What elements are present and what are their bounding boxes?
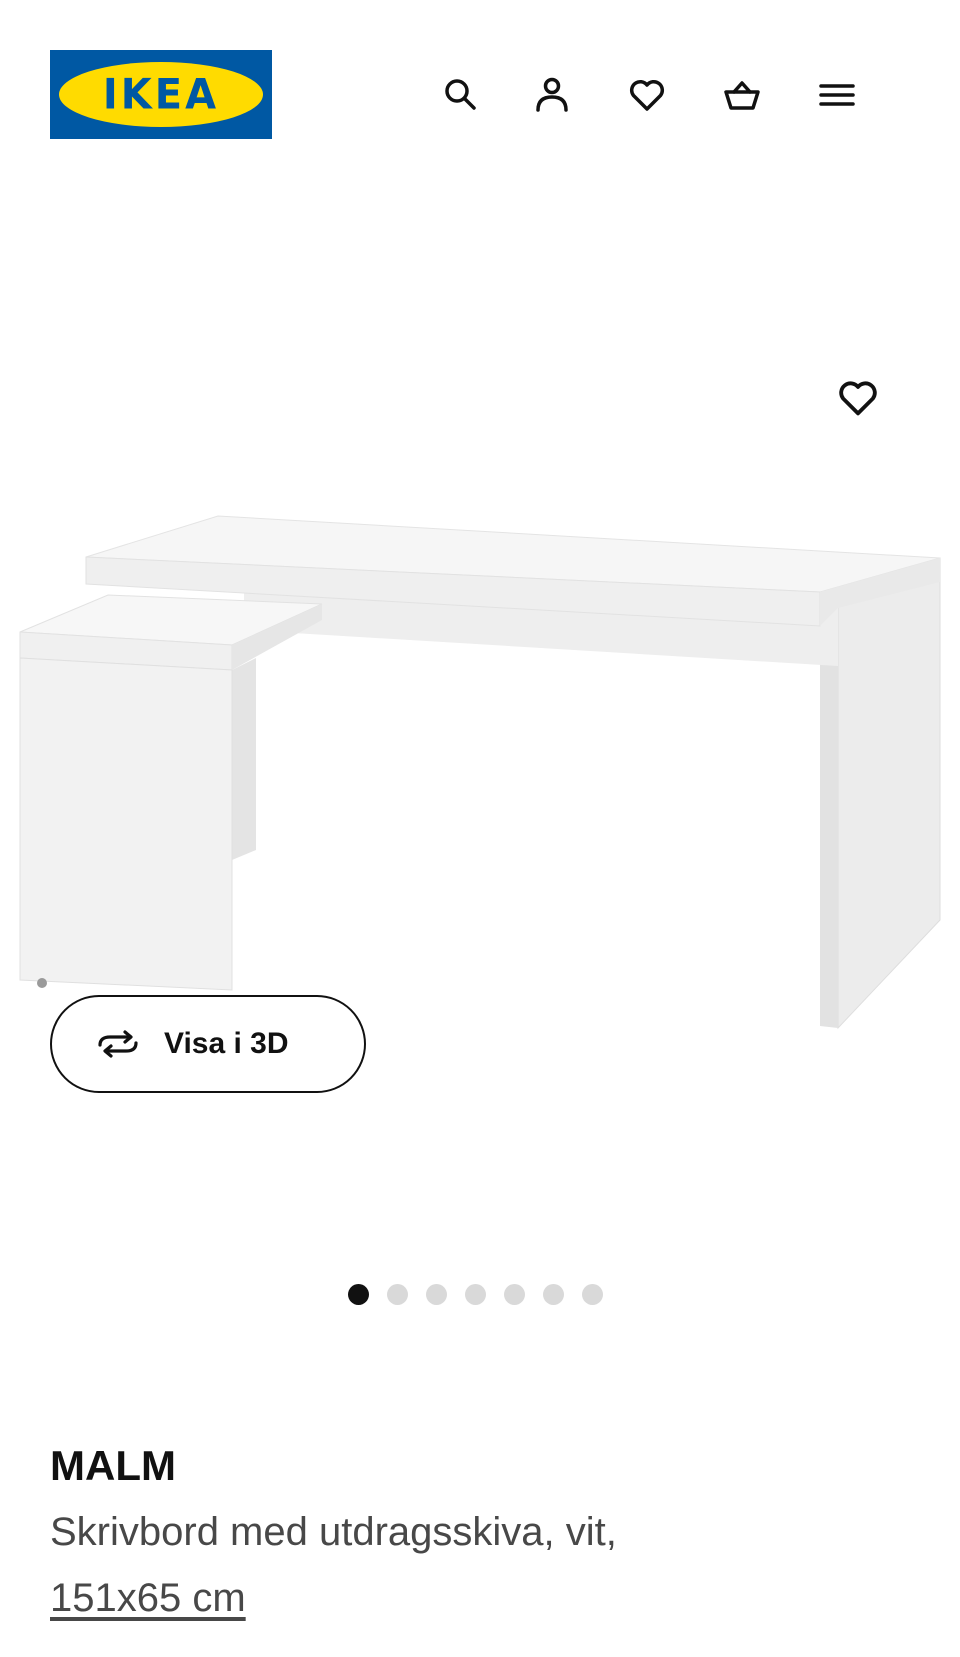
- favourites-icon[interactable]: [622, 70, 672, 120]
- product-photo-desk: [19, 515, 941, 1030]
- gallery-dot-6[interactable]: [543, 1283, 564, 1305]
- logo-text: IKEA: [102, 70, 220, 119]
- view-in-3d-label: Visa i 3D: [164, 1027, 289, 1060]
- product-page: IKEA ® Visa i 3D MALM Skrivbord med utdr…: [0, 0, 960, 1657]
- basket-icon[interactable]: [717, 70, 767, 120]
- gallery-dot-1[interactable]: [348, 1283, 369, 1305]
- gallery-dot-4[interactable]: [465, 1283, 486, 1305]
- account-icon[interactable]: [527, 70, 577, 120]
- ikea-logo[interactable]: IKEA ®: [50, 50, 272, 139]
- view-in-3d-button[interactable]: Visa i 3D: [50, 995, 366, 1093]
- search-icon[interactable]: [436, 70, 486, 120]
- site-header: IKEA ®: [0, 0, 960, 170]
- product-size-link[interactable]: 151x65 cm: [50, 1576, 246, 1621]
- gallery-dot-7[interactable]: [582, 1283, 603, 1305]
- product-name: MALM: [50, 1442, 176, 1489]
- heart-icon[interactable]: [830, 370, 886, 426]
- gallery-dot-5[interactable]: [504, 1283, 525, 1305]
- logo-oval: IKEA: [59, 62, 263, 127]
- gallery-pagination: [348, 1283, 603, 1305]
- product-description: Skrivbord med utdragsskiva, vit,: [50, 1510, 617, 1554]
- gallery-dot-3[interactable]: [426, 1283, 447, 1305]
- menu-icon[interactable]: [812, 70, 862, 120]
- logo-registered-mark: ®: [254, 74, 260, 83]
- rotate-3d-icon: [98, 1030, 138, 1058]
- gallery-dot-2[interactable]: [387, 1283, 408, 1305]
